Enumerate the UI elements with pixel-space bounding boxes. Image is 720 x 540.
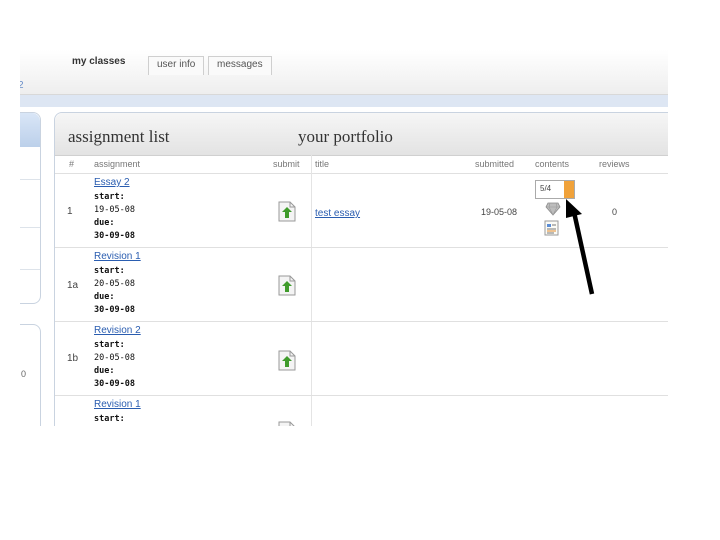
pointer-arrow-icon bbox=[566, 199, 595, 295]
